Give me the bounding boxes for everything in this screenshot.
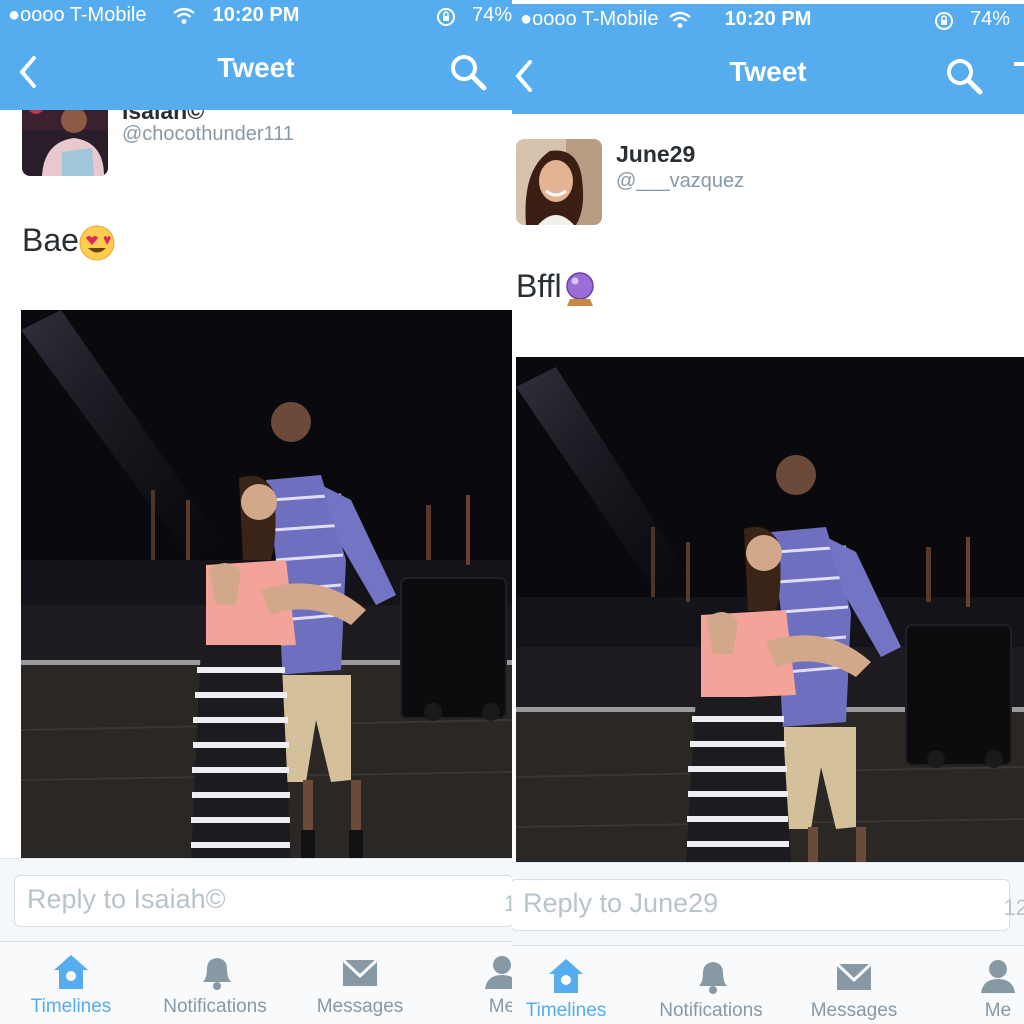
envelope-icon (835, 962, 873, 990)
left-screenshot: ●oooo T-Mobile 10:20 PM 74% Tweet Isaiah… (0, 0, 512, 1024)
crystal-ball-emoji-icon (565, 271, 594, 306)
reply-bar: Reply to Isaiah© 1 (0, 858, 512, 941)
tweet-text-content: Bffl (516, 268, 562, 304)
tab-bar: Timelines Notifications Messages Me (0, 941, 512, 1024)
tab-messages[interactable]: Messages (300, 942, 420, 1024)
tab-messages[interactable]: Messages (794, 946, 914, 1024)
tab-notifications[interactable]: Notifications (150, 942, 280, 1024)
person-icon (485, 956, 512, 989)
tab-label: Timelines (30, 996, 112, 1017)
reply-input[interactable]: Reply to Isaiah© (14, 875, 512, 927)
avatar[interactable] (22, 110, 108, 176)
heart-eyes-emoji-icon (79, 225, 115, 261)
tab-timelines[interactable]: Timelines (512, 946, 620, 1024)
search-icon[interactable] (448, 52, 488, 92)
author-name[interactable]: June29 (616, 141, 695, 168)
tab-label: Notifications (163, 996, 267, 1017)
battery-percent: 74% (471, 4, 512, 26)
tab-label: Timelines (525, 1000, 607, 1021)
tab-label: Me (488, 996, 512, 1017)
tweet-text-content: Bae (22, 222, 79, 258)
author-handle[interactable]: @chocothunder111 (122, 123, 294, 146)
tab-label: Messages (316, 996, 404, 1017)
character-counter: 12 (1003, 895, 1024, 920)
search-icon[interactable] (944, 56, 984, 96)
bell-icon (699, 962, 727, 994)
navigation-bar: Tweet (512, 38, 1024, 114)
tab-timelines[interactable]: Timelines (10, 942, 132, 1024)
envelope-icon (341, 958, 379, 986)
tweet-detail: June29 @___vazquez Bffl (512, 114, 1024, 862)
tab-label: Me (984, 1000, 1012, 1021)
tweet-text: Bffl (516, 268, 598, 307)
reply-input[interactable]: Reply to June29 (512, 879, 1010, 931)
tab-notifications[interactable]: Notifications (646, 946, 776, 1024)
reply-bar: Reply to June29 12 (512, 862, 1024, 945)
tab-me[interactable]: Me (482, 942, 512, 1024)
home-icon (54, 955, 88, 989)
tweet-photo[interactable] (516, 357, 1024, 862)
page-title: Tweet (217, 52, 295, 83)
avatar[interactable] (516, 139, 602, 225)
home-icon (549, 959, 583, 993)
tab-label: Messages (810, 1000, 898, 1021)
person-icon (981, 960, 1015, 993)
author-handle[interactable]: @___vazquez (616, 170, 744, 193)
tab-label: Notifications (659, 1000, 763, 1021)
tab-me[interactable]: Me (972, 946, 1024, 1024)
right-screenshot: ●oooo T-Mobile 10:20 PM 74% Tweet June29… (512, 4, 1024, 1024)
tweet-detail: Isaiah© @chocothunder111 Bae (0, 110, 512, 858)
character-counter: 1 (503, 891, 512, 916)
tweet-text: Bae (22, 222, 115, 261)
rotation-lock-icon (437, 8, 455, 26)
navigation-bar: Tweet (0, 34, 512, 110)
battery-percent: 74% (969, 8, 1010, 30)
tab-bar: Timelines Notifications Messages Me (512, 945, 1024, 1024)
status-bar: ●oooo T-Mobile 10:20 PM 74% (512, 4, 1024, 38)
tweet-photo[interactable] (21, 310, 512, 858)
bell-icon (203, 958, 231, 990)
status-bar: ●oooo T-Mobile 10:20 PM 74% (0, 0, 512, 34)
rotation-lock-icon (935, 12, 953, 30)
compose-icon[interactable] (1010, 60, 1024, 96)
